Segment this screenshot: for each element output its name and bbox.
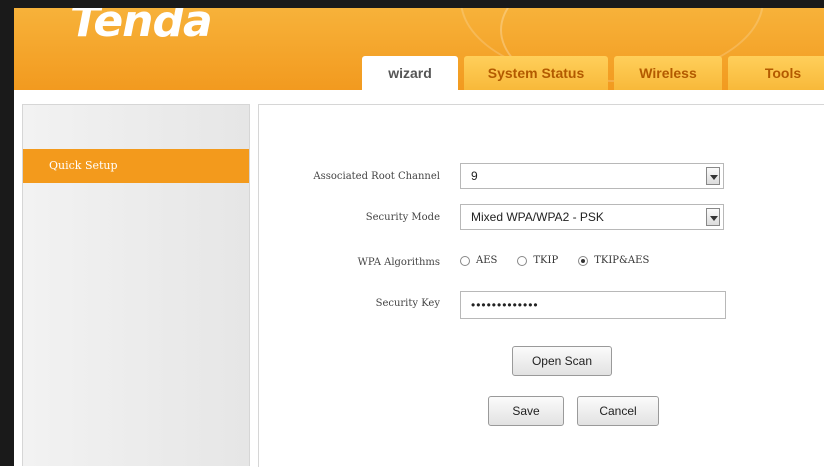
radio-tkip-aes-label: TKIP&AES bbox=[594, 255, 650, 266]
radio-aes-label: AES bbox=[476, 255, 498, 266]
main-tabs: wizard System Status Wireless Tools bbox=[362, 56, 824, 90]
radio-tkip[interactable]: TKIP bbox=[517, 255, 558, 266]
tab-tools[interactable]: Tools bbox=[728, 56, 824, 90]
radio-button-selected-icon[interactable] bbox=[578, 255, 589, 266]
header-separator bbox=[14, 90, 824, 98]
save-button[interactable]: Save bbox=[488, 396, 564, 426]
wpa-radio-group: AES TKIP TKIP&AES bbox=[460, 255, 669, 266]
open-scan-button[interactable]: Open Scan bbox=[512, 346, 612, 376]
sidebar-item-quick-setup[interactable]: Quick Setup bbox=[23, 149, 249, 183]
security-key-field[interactable]: ••••••••••••• bbox=[460, 291, 726, 319]
radio-tkip-aes[interactable]: TKIP&AES bbox=[578, 255, 649, 266]
channel-value: 9 bbox=[471, 169, 478, 183]
radio-tkip-label: TKIP bbox=[533, 255, 559, 266]
header-banner: Tenda wizard System Status Wireless Tool… bbox=[14, 8, 824, 90]
security-key-label: Security Key bbox=[375, 298, 440, 309]
chevron-down-icon[interactable] bbox=[706, 208, 720, 226]
channel-label: Associated Root Channel bbox=[313, 171, 440, 182]
tab-wizard[interactable]: wizard bbox=[362, 56, 458, 90]
brand-logo: Tenda bbox=[70, 8, 213, 47]
security-mode-value: Mixed WPA/WPA2 - PSK bbox=[471, 210, 604, 224]
radio-aes[interactable]: AES bbox=[460, 255, 497, 266]
cancel-button[interactable]: Cancel bbox=[577, 396, 659, 426]
chevron-down-icon[interactable] bbox=[706, 167, 720, 185]
radio-button-icon[interactable] bbox=[460, 255, 470, 266]
sidebar: Quick Setup bbox=[22, 104, 250, 466]
channel-select[interactable]: 9 bbox=[460, 163, 724, 189]
tab-system-status[interactable]: System Status bbox=[464, 56, 608, 90]
security-mode-label: Security Mode bbox=[365, 212, 440, 223]
radio-button-icon[interactable] bbox=[517, 255, 528, 266]
tab-wireless[interactable]: Wireless bbox=[614, 56, 722, 90]
security-mode-select[interactable]: Mixed WPA/WPA2 - PSK bbox=[460, 204, 724, 230]
wpa-label: WPA Algorithms bbox=[357, 257, 440, 268]
